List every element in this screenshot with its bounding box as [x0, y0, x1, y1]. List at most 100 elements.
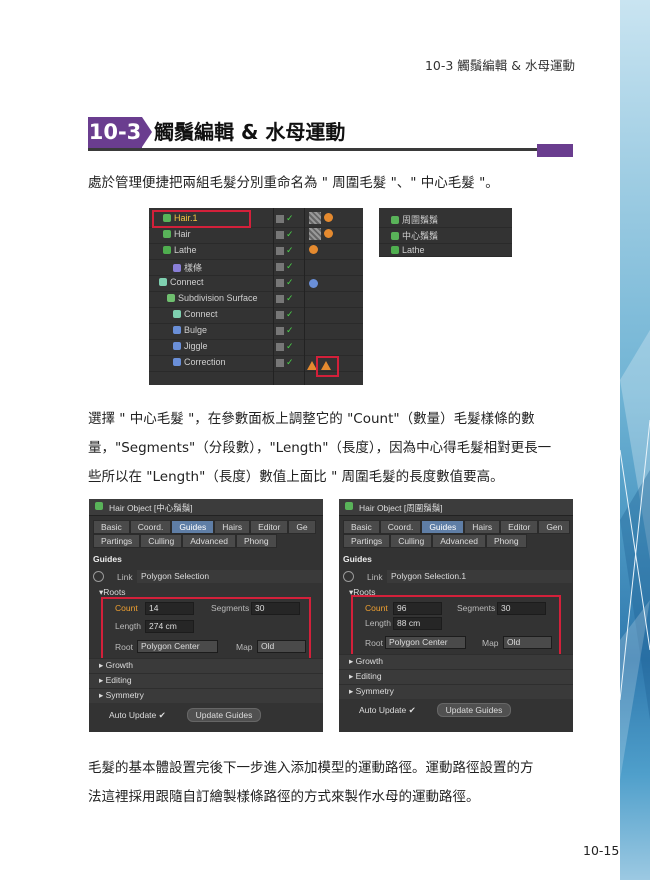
- symmetry-group-toggle[interactable]: ▸ Symmetry: [89, 688, 323, 703]
- hair-icon: [391, 216, 399, 224]
- om-row-bulge[interactable]: Bulge: [149, 323, 363, 340]
- lathe-icon: [391, 246, 399, 254]
- tab-row-2: Partings Culling Advanced Phong: [343, 534, 527, 548]
- section-label-guides: Guides: [343, 554, 372, 564]
- highlight-box-roots: [351, 595, 561, 657]
- tab-advanced[interactable]: Advanced: [432, 534, 486, 548]
- visibility-toggle[interactable]: ✓: [276, 293, 302, 305]
- decorative-side-stripe: [620, 0, 650, 880]
- correction-icon: [173, 358, 181, 366]
- hair-tag-icon[interactable]: [309, 245, 318, 254]
- hair-tag-icon[interactable]: [324, 229, 333, 238]
- growth-group-toggle[interactable]: ▸ Growth: [339, 654, 573, 669]
- hair-icon: [95, 502, 103, 510]
- tab-coord[interactable]: Coord.: [129, 520, 172, 534]
- link-label: Link: [367, 572, 383, 582]
- auto-update-checkbox[interactable]: Auto Update ✔: [109, 710, 166, 721]
- auto-update-checkbox[interactable]: Auto Update ✔: [359, 705, 416, 716]
- om-row-connect-child[interactable]: Connect: [149, 307, 363, 324]
- section-heading: 觸鬚編輯 & 水母運動: [154, 120, 346, 144]
- editing-group-toggle[interactable]: ▸ Editing: [339, 669, 573, 684]
- om-row-center-tentacles[interactable]: 中心鬚鬚: [379, 227, 512, 244]
- running-header: 10-3 觸鬚編輯 & 水母運動: [424, 58, 575, 73]
- tab-hairs[interactable]: Hairs: [214, 520, 251, 534]
- om-row-outer-tentacles[interactable]: 周圍鬚鬚: [379, 211, 512, 228]
- visibility-toggle[interactable]: ✓: [276, 229, 302, 241]
- visibility-toggle[interactable]: ✓: [276, 245, 302, 257]
- tab-generate[interactable]: Ge: [288, 520, 316, 534]
- attributes-panel-center: Hair Object [中心鬚鬚] Basic Coord. Guides Hair…: [89, 499, 323, 732]
- jiggle-icon: [173, 342, 181, 350]
- tab-phong[interactable]: Phong: [236, 534, 277, 548]
- tab-row-2: Partings Culling Advanced Phong: [93, 534, 277, 548]
- tab-culling[interactable]: Culling: [390, 534, 433, 548]
- tab-culling[interactable]: Culling: [140, 534, 183, 548]
- tab-hairs[interactable]: Hairs: [464, 520, 501, 534]
- hair-icon: [163, 230, 171, 238]
- om-row-subdivision[interactable]: Subdivision Surface: [149, 291, 363, 308]
- editing-group-toggle[interactable]: ▸ Editing: [89, 673, 323, 688]
- section-label-guides: Guides: [93, 554, 122, 564]
- visibility-toggle[interactable]: ✓: [276, 261, 302, 273]
- visibility-toggle[interactable]: ✓: [276, 325, 302, 337]
- tab-generate[interactable]: Gen: [538, 520, 571, 534]
- visibility-toggle[interactable]: ✓: [276, 341, 302, 353]
- link-label: Link: [117, 572, 133, 582]
- tab-guides[interactable]: Guides: [421, 520, 465, 534]
- om-row-connect[interactable]: Connect: [149, 275, 363, 292]
- visibility-toggle[interactable]: ✓: [276, 357, 302, 369]
- visibility-toggle[interactable]: ✓: [276, 213, 302, 225]
- tab-row-1: Basic Coord. Guides Hairs Editor Gen: [343, 520, 573, 534]
- om-row-lathe[interactable]: Lathe: [149, 243, 363, 260]
- highlight-box-roots: [101, 597, 311, 660]
- material-tag-icon[interactable]: [309, 279, 318, 288]
- panel-titlebar: Hair Object [中心鬚鬚]: [89, 499, 323, 516]
- om-row-spline[interactable]: 樣條: [149, 259, 363, 276]
- om-row-lathe[interactable]: Lathe: [379, 243, 512, 257]
- paragraph-2: 選擇 " 中心毛髮 "，在參數面板上調整它的 "Count"（數量）毛髮樣條的數…: [88, 411, 552, 485]
- tab-basic[interactable]: Basic: [343, 520, 380, 534]
- paragraph-1: 處於管理便捷把兩組毛髮分別重命名為 " 周圍毛髮 "、" 中心毛髮 "。: [88, 175, 499, 191]
- tab-partings[interactable]: Partings: [343, 534, 391, 548]
- object-manager-renamed-screenshot: 周圍鬚鬚 中心鬚鬚 Lathe: [379, 208, 512, 257]
- link-field[interactable]: Polygon Selection: [137, 570, 322, 583]
- page-number: 10-15: [583, 843, 620, 858]
- tab-guides[interactable]: Guides: [171, 520, 215, 534]
- highlight-box-correction-tag: [316, 356, 339, 377]
- update-guides-button[interactable]: Update Guides: [437, 703, 511, 717]
- hair-tag-icon[interactable]: [324, 213, 333, 222]
- hair-icon: [391, 232, 399, 240]
- title-underline: [88, 148, 573, 151]
- connect-icon: [173, 310, 181, 318]
- tab-partings[interactable]: Partings: [93, 534, 141, 548]
- connect-icon: [159, 278, 167, 286]
- tab-phong[interactable]: Phong: [486, 534, 527, 548]
- om-row-jiggle[interactable]: Jiggle: [149, 339, 363, 356]
- hair-material-tag-icon[interactable]: [309, 212, 321, 224]
- object-manager-screenshot: Hair.1 Hair Lathe 樣條 Connect Subdivision…: [149, 208, 363, 385]
- visibility-toggle[interactable]: ✓: [276, 309, 302, 321]
- visibility-toggle[interactable]: ✓: [276, 277, 302, 289]
- panel-titlebar: Hair Object [周圍鬚鬚]: [339, 499, 573, 516]
- update-guides-button[interactable]: Update Guides: [187, 708, 261, 722]
- title-accent-tab: [537, 144, 573, 157]
- tab-editor[interactable]: Editor: [500, 520, 539, 534]
- bulge-icon: [173, 326, 181, 334]
- tab-advanced[interactable]: Advanced: [182, 534, 236, 548]
- lathe-icon: [163, 246, 171, 254]
- radio-icon[interactable]: [343, 571, 354, 582]
- paragraph-3: 毛髮的基本體設置完後下一步進入添加模型的運動路徑。運動路徑設置的方 法這裡採用跟…: [88, 760, 534, 805]
- tab-editor[interactable]: Editor: [250, 520, 289, 534]
- hair-icon: [345, 502, 353, 510]
- spline-icon: [173, 264, 181, 272]
- attributes-panel-outer: Hair Object [周圍鬚鬚] Basic Coord. Guides Hair…: [339, 499, 573, 732]
- tab-basic[interactable]: Basic: [93, 520, 130, 534]
- highlight-box-hair1: [152, 210, 251, 228]
- link-field[interactable]: Polygon Selection.1: [387, 570, 572, 583]
- growth-group-toggle[interactable]: ▸ Growth: [89, 658, 323, 673]
- hair-material-tag-icon[interactable]: [309, 228, 321, 240]
- symmetry-group-toggle[interactable]: ▸ Symmetry: [339, 684, 573, 699]
- subdivision-icon: [167, 294, 175, 302]
- radio-icon[interactable]: [93, 571, 104, 582]
- tab-coord[interactable]: Coord.: [379, 520, 422, 534]
